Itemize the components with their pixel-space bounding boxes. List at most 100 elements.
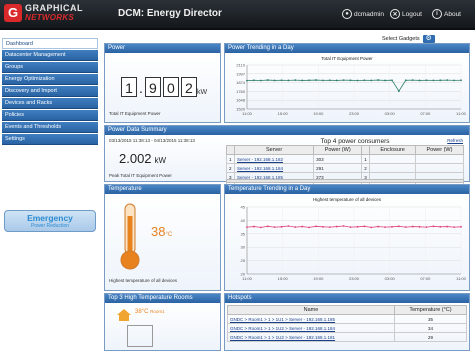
select-gadgets-button[interactable]: Select Gadgets ⚙ xyxy=(382,35,435,43)
data-point xyxy=(418,79,421,82)
horizontal-scrollbar[interactable] xyxy=(226,179,464,183)
data-point xyxy=(246,226,248,228)
power-trend-panel: Power Trending in a Day Total IT Equipme… xyxy=(224,43,470,123)
nav-dashboard[interactable]: Dashboard xyxy=(2,38,98,49)
x-tick-label: 23:00 xyxy=(349,111,360,116)
hotspot-link[interactable]: GNDC > Room1 > 1 > 1U1 > Server - 192.16… xyxy=(230,317,335,322)
y-tick-label: 1997 xyxy=(236,71,246,76)
data-point xyxy=(273,79,276,82)
data-point xyxy=(253,79,255,82)
data-point xyxy=(328,79,331,82)
data-point xyxy=(446,225,449,228)
x-tick-label: 19:00 xyxy=(313,111,324,116)
hotspot-link[interactable]: GNDC > Room1 > 1 > 1U2 > Server - 192.16… xyxy=(230,326,335,331)
data-point xyxy=(404,226,407,228)
data-point xyxy=(301,79,304,82)
data-point xyxy=(349,79,352,82)
close-icon: ✕ xyxy=(390,9,400,19)
thermometer-icon xyxy=(120,203,140,270)
user-name: dcmadmin xyxy=(354,10,384,18)
x-tick-label: 19:00 xyxy=(313,276,324,281)
nav-datacenter-management[interactable]: Datacenter Management xyxy=(2,50,98,61)
temperature-caption: Highest temperature of all devices xyxy=(109,278,178,283)
data-point xyxy=(397,225,400,228)
temperature-trend-panel: Temperature Trending in a Day Highest te… xyxy=(224,184,470,291)
nav-devices-racks[interactable]: Devices and Racks xyxy=(2,98,98,109)
power-trend-title: Power Trending in a Day xyxy=(225,44,469,53)
col-server: Server xyxy=(233,145,315,155)
temperature-panel-title: Temperature xyxy=(105,185,220,194)
emergency-power-reduction-button[interactable]: Emergency Power Reduction xyxy=(4,210,96,232)
col-power: Power (W) xyxy=(313,145,363,155)
room-temperature: 38°C Room1 xyxy=(135,309,165,315)
y-tick-label: 1760 xyxy=(236,89,246,94)
col-enclosure-power: Power (W) xyxy=(414,145,465,155)
data-point xyxy=(439,79,442,82)
data-point xyxy=(294,79,297,82)
data-point xyxy=(377,225,380,228)
data-point xyxy=(446,79,449,82)
emergency-sublabel: Power Reduction xyxy=(30,223,70,229)
nav-policies[interactable]: Policies xyxy=(2,110,98,121)
nav-energy-optimization[interactable]: Energy Optimization xyxy=(2,74,98,85)
data-point xyxy=(453,226,455,228)
x-tick-label: 15:00 xyxy=(278,276,289,281)
data-point xyxy=(391,225,393,228)
nav-settings[interactable]: Settings xyxy=(2,134,98,145)
brand-name-bottom: NETWORKS xyxy=(25,13,75,22)
brand-logo-icon: G xyxy=(4,4,22,22)
room-box xyxy=(127,325,153,347)
x-tick-label: 15:00 xyxy=(278,111,289,116)
hotspots-panel: Hotspots Name Temperature (°C) GNDC > Ro… xyxy=(224,293,470,351)
data-point xyxy=(384,226,386,228)
user-menu[interactable]: ● dcmadmin xyxy=(342,9,384,19)
refresh-link[interactable]: Refresh xyxy=(447,138,463,143)
about-button[interactable]: i About xyxy=(432,9,461,19)
data-point xyxy=(460,79,462,82)
data-point xyxy=(308,226,311,229)
data-point xyxy=(356,79,359,82)
data-point xyxy=(363,79,366,82)
server-link[interactable]: Server - 192.168.1.182 xyxy=(237,157,283,162)
top-rooms-panel: Top 3 High Temperature Rooms 38°C Room1 xyxy=(104,293,221,351)
data-point xyxy=(397,90,400,93)
power-trend-chart: 21101997187417601648152011:00 15:00 19:00 2… xyxy=(236,63,467,117)
info-icon: i xyxy=(432,9,442,19)
temperature-panel: Temperature 38°C Highest temperature of … xyxy=(104,184,221,291)
col-name: Name xyxy=(227,305,395,315)
about-label: About xyxy=(444,10,461,18)
table-row: GNDC > Room1 > 1 > 1U2 > Server - 192.16… xyxy=(227,323,467,333)
hotspot-link[interactable]: GNDC > Room1 > 1 > 1U2 > Server - 192.16… xyxy=(230,335,335,340)
nav-events-thresholds[interactable]: Events and Thresholds xyxy=(2,122,98,133)
data-point xyxy=(287,79,290,82)
data-point xyxy=(432,79,435,82)
table-row: 1 Server - 192.168.1.182 303 1 xyxy=(226,154,465,164)
y-tick-label: 30 xyxy=(241,245,246,250)
data-point xyxy=(253,225,255,228)
col-enclosure: Enclosure xyxy=(369,145,416,155)
power-digit: 1 xyxy=(121,77,137,97)
power-summary-panel: Power Data Summary 03/13/2015 11:38:13 -… xyxy=(104,125,470,191)
logout-button[interactable]: ✕ Logout xyxy=(390,9,422,19)
temperature-trend-chart: 45403530252011:00 15:00 19:00 23:00 03:00 07:… xyxy=(241,205,467,282)
server-link[interactable]: Server - 192.168.1.184 xyxy=(237,166,283,171)
data-point xyxy=(273,226,276,228)
x-tick-label: 11:00 xyxy=(242,276,252,281)
col-temperature: Temperature (°C) xyxy=(394,305,467,315)
power-digit: 2 xyxy=(180,77,197,97)
nav-groups[interactable]: Groups xyxy=(2,62,98,73)
x-tick-label: 11:00 xyxy=(242,111,252,116)
data-point xyxy=(404,79,407,82)
data-point xyxy=(335,79,338,82)
data-point xyxy=(453,79,455,82)
y-tick-label: 2110 xyxy=(236,63,245,68)
temperature-trend-title: Temperature Trending in a Day xyxy=(225,185,469,194)
y-tick-label: 1648 xyxy=(236,98,246,103)
data-point xyxy=(322,225,324,228)
data-point xyxy=(411,79,414,82)
power-panel: Power 1 . 9 0 2 kW Total IT Equipment Po… xyxy=(104,43,221,123)
nav-discovery-import[interactable]: Discovery and Import xyxy=(2,86,98,97)
data-point xyxy=(377,79,380,81)
gear-icon: ⚙ xyxy=(422,35,435,43)
hotspots-title: Hotspots xyxy=(225,294,469,303)
